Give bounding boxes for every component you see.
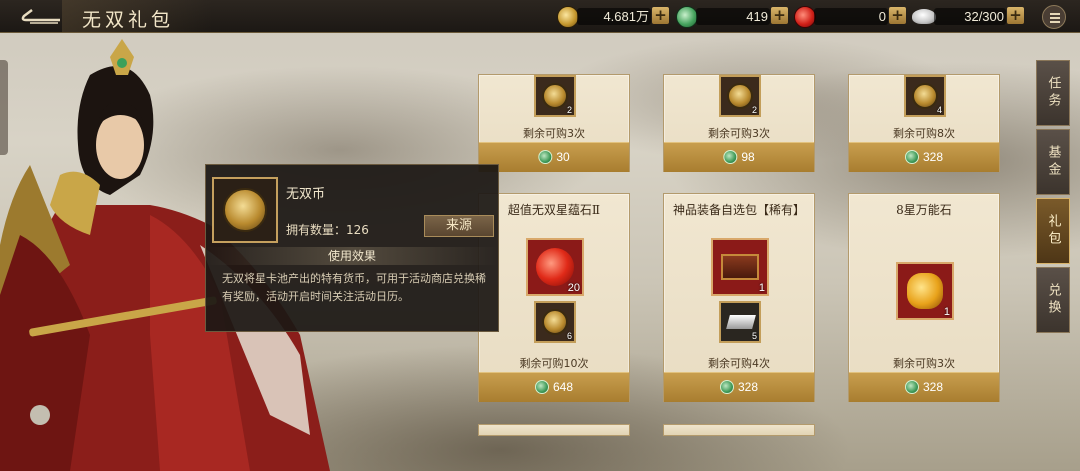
add-gold-button[interactable]: + <box>652 7 669 24</box>
resource-gold: 4.681万 + <box>557 6 670 28</box>
equipment-chest-icon <box>721 254 759 280</box>
star-stone-icon <box>536 248 574 286</box>
owned-count: 拥有数量：126 <box>286 223 369 237</box>
item-slot[interactable]: 2 <box>719 75 761 117</box>
gift-card-2[interactable]: 2 剩余可购3次 98 <box>663 74 815 172</box>
buy-button[interactable]: 328 <box>849 142 999 172</box>
source-button[interactable]: 来源 <box>424 215 494 237</box>
jade-icon <box>904 150 919 164</box>
silver-amount: 32/300 <box>964 9 1004 24</box>
silver-ingot-icon <box>912 9 936 24</box>
menu-button[interactable] <box>1042 5 1066 29</box>
item-slot[interactable]: 1 <box>896 262 954 320</box>
remaining-purchases: 剩余可购3次 <box>893 357 955 370</box>
iron-ingot-icon <box>726 315 756 329</box>
jade-amount: 419 <box>746 9 768 24</box>
tab-task[interactable]: 任务 <box>1036 60 1070 126</box>
card-title: 超值无双星蕴石Ⅱ <box>507 203 601 217</box>
item-slot[interactable]: 20 <box>526 238 584 296</box>
remaining-purchases: 剩余可购3次 <box>523 127 585 140</box>
price-value: 328 <box>922 150 944 164</box>
remaining-purchases: 剩余可购10次 <box>519 357 589 370</box>
item-icon-frame <box>212 177 278 243</box>
card-title: 神品装备自选包【稀有】 <box>672 203 805 217</box>
item-slot[interactable]: 5 <box>719 301 761 343</box>
price-value: 648 <box>552 380 574 394</box>
red-gem-icon <box>794 6 816 28</box>
price-value: 98 <box>741 150 755 164</box>
remaining-purchases: 剩余可购3次 <box>708 127 770 140</box>
add-silver-button[interactable]: + <box>1007 7 1024 24</box>
item-slot[interactable]: 4 <box>904 75 946 117</box>
jade-icon <box>904 380 919 394</box>
universal-stone-icon <box>907 273 943 309</box>
item-slot[interactable]: 1 <box>711 238 769 296</box>
wushuang-coin-icon <box>542 309 568 335</box>
effect-heading: 使用效果 <box>206 247 498 265</box>
gift-card-4[interactable]: 超值无双星蕴石Ⅱ 20 6 剩余可购10次 648 <box>478 193 630 402</box>
remaining-purchases: 剩余可购4次 <box>708 357 770 370</box>
remaining-purchases: 剩余可购8次 <box>893 127 955 140</box>
gift-card-1[interactable]: 2 剩余可购3次 30 <box>478 74 630 172</box>
gift-card-partial <box>663 424 815 436</box>
wushuang-coin-icon <box>912 83 938 109</box>
item-description: 无双将星卡池产出的特有货币，可用于活动商店兑换稀有奖励，活动开启时间关注活动日历… <box>222 272 486 303</box>
back-button[interactable] <box>18 6 62 26</box>
jade-icon <box>538 150 553 164</box>
jade-icon <box>723 150 738 164</box>
resource-silver: 32/300 + <box>912 6 1025 27</box>
item-slot[interactable]: 6 <box>534 301 576 343</box>
item-tooltip: 无双币 拥有数量：126 来源 使用效果 无双将星卡池产出的特有货币，可用于活动… <box>205 164 499 332</box>
add-red-gem-button[interactable]: + <box>889 7 906 24</box>
item-name: 无双币 <box>286 187 326 202</box>
tab-exchange[interactable]: 兑换 <box>1036 267 1070 333</box>
price-value: 328 <box>922 380 944 394</box>
resource-red-gem: 0 + <box>794 6 907 28</box>
buy-button[interactable]: 328 <box>849 372 999 402</box>
page-title: 无双礼包 <box>82 9 175 31</box>
buy-button[interactable]: 98 <box>664 142 814 172</box>
card-title: 8星万能石 <box>896 203 952 217</box>
jade-icon <box>534 380 549 394</box>
resource-jade: 419 + <box>676 6 789 28</box>
gift-card-partial <box>478 424 630 436</box>
tab-fund[interactable]: 基金 <box>1036 129 1070 195</box>
top-bar: 无双礼包 4.681万 + 419 + 0 + 32/300 + <box>0 0 1080 33</box>
wushuang-coin-icon <box>542 83 568 109</box>
gold-coin-icon <box>557 6 579 28</box>
tab-gift[interactable]: 礼包 <box>1036 198 1070 264</box>
add-jade-button[interactable]: + <box>771 7 788 24</box>
price-value: 30 <box>556 150 570 164</box>
buy-button[interactable]: 30 <box>479 142 629 172</box>
item-slot[interactable]: 2 <box>534 75 576 117</box>
buy-button[interactable]: 648 <box>479 372 629 402</box>
buy-button[interactable]: 328 <box>664 372 814 402</box>
wushuang-coin-icon <box>223 188 267 232</box>
gift-card-6[interactable]: 8星万能石 1 剩余可购3次 328 <box>848 193 1000 402</box>
red-gem-amount: 0 <box>878 9 886 24</box>
price-value: 328 <box>737 380 759 394</box>
jade-icon <box>676 6 698 28</box>
gift-card-3[interactable]: 4 剩余可购8次 328 <box>848 74 1000 172</box>
wushuang-coin-icon <box>727 83 753 109</box>
gold-amount: 4.681万 <box>603 9 649 24</box>
back-arrow-icon <box>21 9 60 24</box>
gift-card-5[interactable]: 神品装备自选包【稀有】 1 5 剩余可购4次 328 <box>663 193 815 402</box>
menu-icon <box>1050 13 1060 15</box>
jade-icon <box>719 380 734 394</box>
